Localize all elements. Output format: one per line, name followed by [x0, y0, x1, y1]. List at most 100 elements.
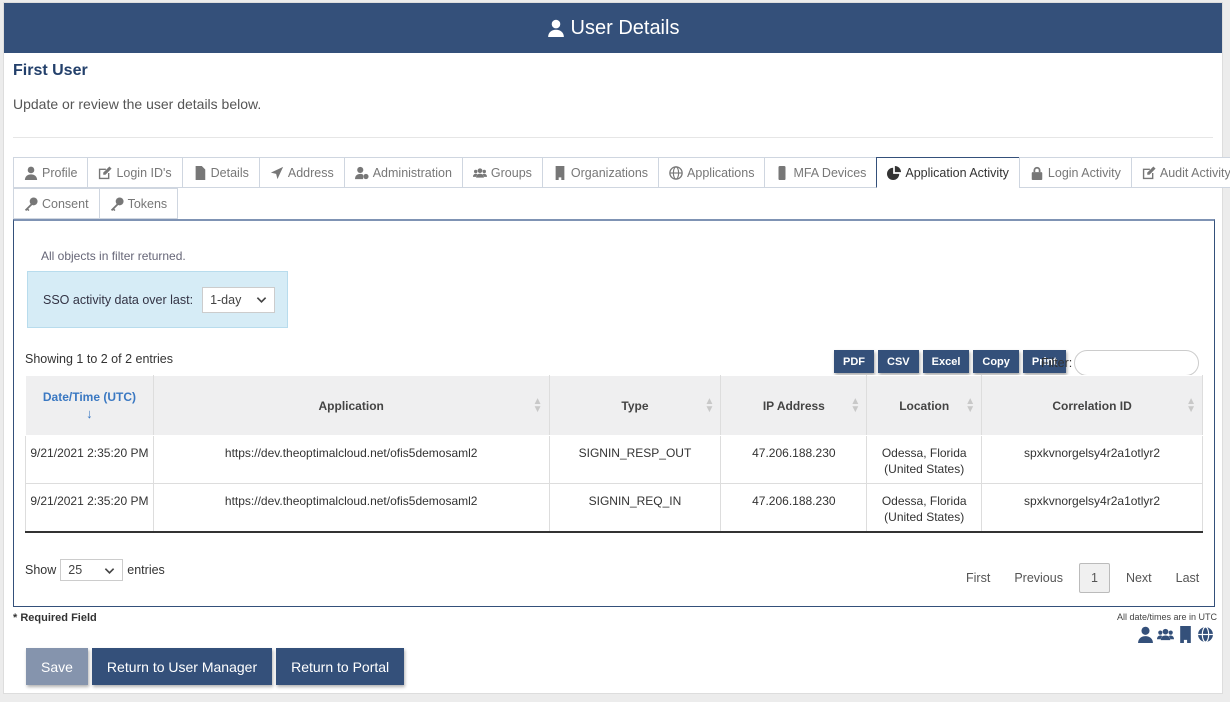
table-row: 9/21/2021 2:35:20 PM https://dev.theopti…: [25, 483, 1203, 533]
key-icon: [110, 196, 124, 211]
footer-icons: [1137, 626, 1214, 643]
copy-button[interactable]: Copy: [973, 350, 1019, 373]
column-header-ip-address[interactable]: IP Address ▲ ▼: [720, 375, 868, 436]
globe-icon[interactable]: [1197, 626, 1214, 643]
length-menu: Show 25 entries: [25, 559, 165, 581]
tab-profile[interactable]: Profile: [13, 157, 88, 188]
return-to-portal-button[interactable]: Return to Portal: [276, 648, 405, 685]
tab-address[interactable]: Address: [258, 157, 344, 188]
form-actions: Save Return to User Manager Return to Po…: [26, 648, 405, 685]
tab-login-ids[interactable]: Login ID's: [87, 157, 182, 188]
application-activity-panel: All objects in filter returned. SSO acti…: [13, 219, 1215, 607]
building-icon[interactable]: [1177, 626, 1194, 643]
page-title: User Details: [570, 16, 680, 39]
filter-label: Filter:: [1041, 356, 1073, 370]
return-to-user-manager-button[interactable]: Return to User Manager: [91, 648, 273, 685]
tab-login-activity[interactable]: Login Activity: [1018, 157, 1131, 188]
activity-table: Date/Time (UTC) ↓ Application ▲ ▼ Type ▲ ▼ I…: [25, 375, 1203, 533]
pie-chart-icon: [887, 165, 902, 180]
tab-label: Consent: [42, 196, 89, 211]
user-cog-icon: [354, 166, 369, 179]
user-icon[interactable]: [1137, 626, 1154, 643]
sort-icon: ▲ ▼: [850, 396, 861, 415]
pager-last[interactable]: Last: [1164, 571, 1212, 585]
sort-desc-icon: ↓: [86, 406, 93, 421]
tab-tokens[interactable]: Tokens: [98, 188, 179, 219]
page-length-select[interactable]: 25: [60, 559, 124, 581]
cell-correlation-id: spxkvnorgelsy4r2a1otlyr2: [981, 483, 1203, 533]
excel-button[interactable]: Excel: [922, 350, 970, 373]
page-length-value: 25: [68, 563, 83, 577]
users-icon[interactable]: [1157, 626, 1174, 643]
cell-ip-address: 47.206.188.230: [720, 483, 868, 533]
sort-icon: ▲ ▼: [532, 396, 543, 415]
tab-label: Groups: [490, 165, 532, 180]
pager-next[interactable]: Next: [1114, 571, 1164, 585]
tab-row-2: Consent Tokens: [13, 188, 1215, 219]
globe-icon: [669, 165, 683, 180]
csv-button[interactable]: CSV: [878, 350, 919, 373]
pager-previous[interactable]: Previous: [1002, 571, 1075, 585]
table-info: Showing 1 to 2 of 2 entries: [25, 352, 174, 366]
tab-row-1: Profile Login ID's Details Address Admin…: [13, 157, 1230, 188]
column-header-type[interactable]: Type ▲ ▼: [548, 375, 722, 436]
sso-range-label: SSO activity data over last:: [43, 292, 194, 307]
column-header-datetime[interactable]: Date/Time (UTC) ↓: [25, 375, 154, 436]
tab-label: Applications: [687, 165, 755, 180]
tab-label: Login Activity: [1047, 165, 1121, 180]
tab-administration[interactable]: Administration: [343, 157, 462, 188]
tab-groups[interactable]: Groups: [461, 157, 542, 188]
cell-datetime: 9/21/2021 2:35:20 PM: [25, 435, 154, 484]
edit-icon: [99, 165, 112, 179]
export-buttons: PDF CSV Excel Copy Print: [834, 350, 1066, 373]
length-show-label: Show: [25, 563, 57, 577]
column-header-application[interactable]: Application ▲ ▼: [152, 375, 550, 436]
tab-label: Login ID's: [116, 165, 172, 180]
page-header: User Details: [4, 3, 1222, 53]
cell-type: SIGNIN_RESP_OUT: [549, 435, 722, 484]
divider: [13, 137, 1213, 138]
table-row: 9/21/2021 2:35:20 PM https://dev.theopti…: [25, 435, 1203, 484]
tab-details[interactable]: Details: [181, 157, 259, 188]
pager-first[interactable]: First: [954, 571, 1002, 585]
tab-label: Audit Activity: [1159, 165, 1230, 180]
tab-label: MFA Devices: [793, 165, 867, 180]
sort-icon: ▲ ▼: [965, 396, 976, 415]
user-name-heading: First User: [13, 62, 88, 79]
pdf-button[interactable]: PDF: [834, 350, 874, 373]
mobile-icon: [778, 165, 786, 180]
tab-organizations[interactable]: Organizations: [541, 157, 659, 188]
sort-icon: ▲ ▼: [1186, 396, 1196, 415]
tab-label: Organizations: [570, 165, 649, 180]
sso-range-select[interactable]: 1-day: [202, 286, 276, 313]
column-header-location[interactable]: Location ▲ ▼: [866, 375, 983, 436]
cell-type: SIGNIN_REQ_IN: [549, 483, 722, 533]
filter-input[interactable]: [1074, 350, 1199, 376]
cell-correlation-id: spxkvnorgelsy4r2a1otlyr2: [981, 435, 1203, 484]
user-icon: [547, 19, 564, 37]
tab-mfa-devices[interactable]: MFA Devices: [764, 157, 877, 188]
lock-icon: [1031, 166, 1043, 180]
sso-range-box: SSO activity data over last: 1-day: [27, 271, 288, 328]
table-header-row: Date/Time (UTC) ↓ Application ▲ ▼ Type ▲ ▼ I…: [25, 375, 1203, 436]
tab-label: Profile: [42, 165, 78, 180]
cell-application: https://dev.theoptimalcloud.net/ofis5dem…: [153, 483, 550, 533]
tab-audit-activity[interactable]: Audit Activity: [1130, 157, 1230, 188]
user-icon: [24, 166, 38, 180]
tab-application-activity[interactable]: Application Activity: [876, 157, 1019, 188]
building-icon: [555, 165, 565, 180]
tab-label: Details: [210, 165, 249, 180]
tab-bar: Profile Login ID's Details Address Admin…: [13, 157, 1230, 219]
tab-consent[interactable]: Consent: [13, 188, 99, 219]
tab-label: Application Activity: [905, 165, 1009, 180]
users-icon: [472, 167, 487, 178]
pager-current-page[interactable]: 1: [1078, 563, 1110, 593]
file-icon: [195, 165, 205, 180]
save-button[interactable]: Save: [26, 648, 88, 685]
chevron-down-icon: [105, 567, 115, 574]
cell-ip-address: 47.206.188.230: [720, 435, 868, 484]
tab-applications[interactable]: Applications: [658, 157, 765, 188]
filter-note: All objects in filter returned.: [41, 249, 186, 263]
column-header-correlation-id[interactable]: Correlation ID ▲ ▼: [981, 375, 1203, 436]
cell-datetime: 9/21/2021 2:35:20 PM: [25, 483, 154, 533]
